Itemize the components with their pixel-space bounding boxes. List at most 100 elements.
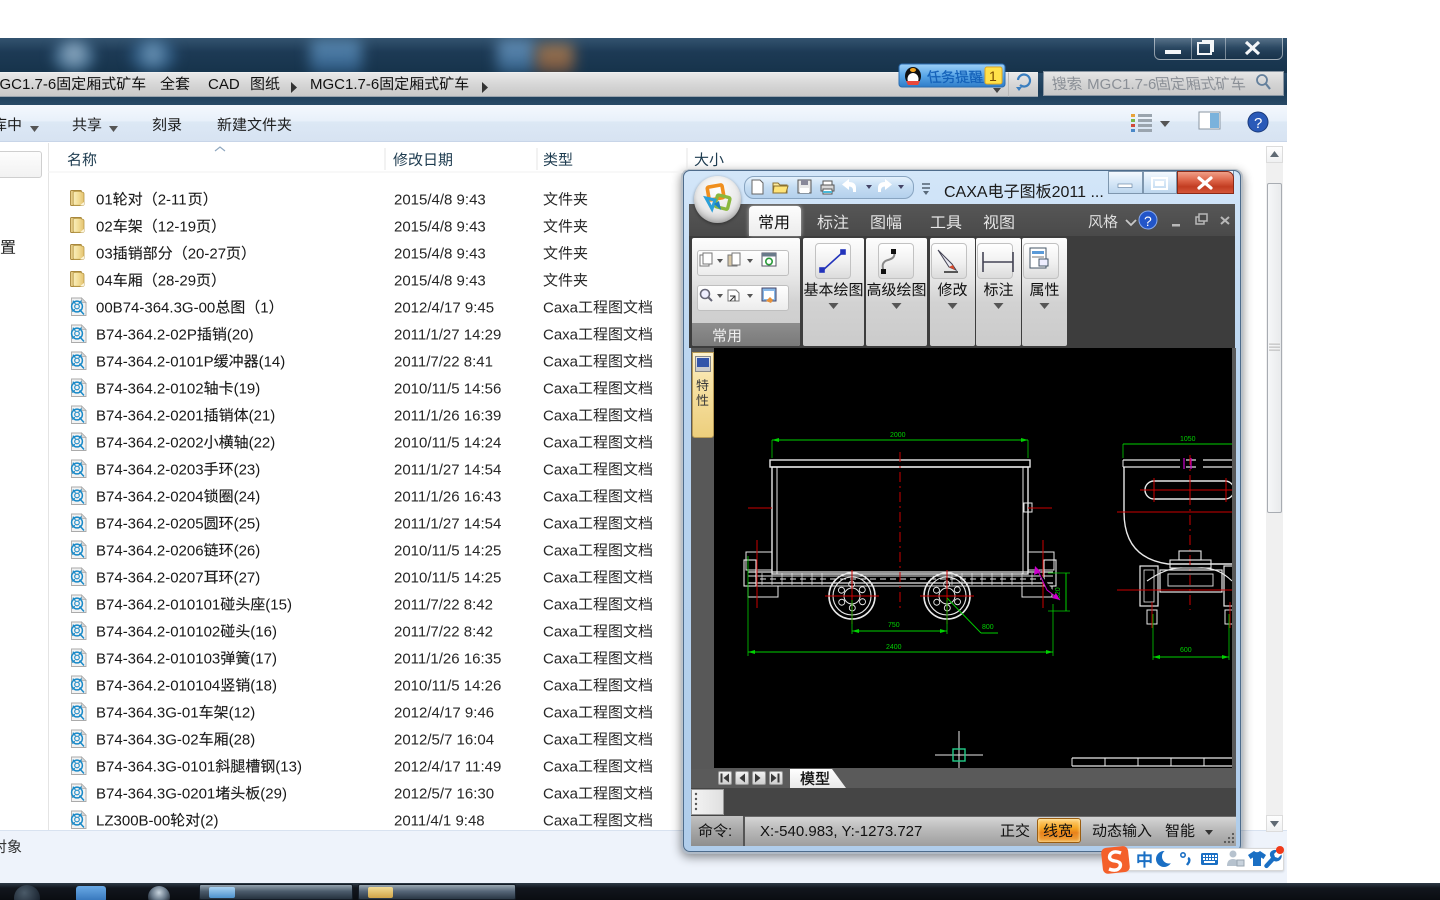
svg-text:B74-364.2-0201: B74-364.2-0201 [96, 408, 204, 425]
svg-text:B74-364.2-0102: B74-364.2-0102 [96, 381, 204, 398]
svg-text:Caxa: Caxa [543, 381, 579, 398]
svg-text:LZ300B-00: LZ300B-00 [96, 813, 170, 830]
svg-text:(28): (28) [229, 732, 256, 749]
svg-text:(25): (25) [234, 516, 261, 533]
svg-text:B74-364.2-0206: B74-364.2-0206 [96, 543, 204, 560]
svg-text:Caxa: Caxa [543, 678, 579, 695]
svg-text:12-19: 12-19 [158, 219, 196, 236]
svg-text:Caxa: Caxa [543, 543, 579, 560]
svg-text:1: 1 [260, 300, 268, 317]
svg-text:(27): (27) [234, 570, 261, 587]
svg-text:Caxa: Caxa [543, 624, 579, 641]
svg-text:MGC1.7-6: MGC1.7-6 [0, 76, 56, 93]
svg-text:2400: 2400 [886, 644, 902, 651]
svg-text:(15): (15) [265, 597, 292, 614]
svg-text:2011/1/26 16:43: 2011/1/26 16:43 [394, 489, 501, 506]
svg-text:Caxa: Caxa [543, 489, 579, 506]
svg-text:28-29: 28-29 [158, 273, 196, 290]
svg-text:2-11: 2-11 [158, 192, 187, 209]
svg-text:2011/7/22 8:42: 2011/7/22 8:42 [394, 597, 493, 614]
svg-text:2000: 2000 [890, 432, 906, 439]
svg-text:Caxa: Caxa [543, 327, 579, 344]
svg-text:B74-364.3G-0101: B74-364.3G-0101 [96, 759, 215, 776]
svg-text:Caxa: Caxa [543, 813, 579, 830]
svg-text:(23): (23) [234, 462, 261, 479]
svg-text:2012/5/7 16:04: 2012/5/7 16:04 [394, 732, 494, 749]
svg-text:Caxa: Caxa [543, 759, 579, 776]
svg-text:B74-364.3G-01: B74-364.3G-01 [96, 705, 199, 722]
svg-text:B74-364.2-0205: B74-364.2-0205 [96, 516, 204, 533]
svg-text:(19): (19) [234, 381, 261, 398]
svg-text:B74-364.3G-02: B74-364.3G-02 [96, 732, 199, 749]
svg-text:04: 04 [96, 273, 113, 290]
svg-text:750: 750 [888, 622, 900, 629]
svg-text:Caxa: Caxa [543, 705, 579, 722]
svg-text:2011/1/27 14:54: 2011/1/27 14:54 [394, 462, 501, 479]
svg-text:CAXA: CAXA [944, 184, 988, 201]
svg-text:Caxa: Caxa [543, 570, 579, 587]
svg-text:(2): (2) [200, 813, 218, 830]
svg-text:B74-364.2-0101P: B74-364.2-0101P [96, 354, 214, 371]
svg-text:Caxa: Caxa [543, 300, 579, 317]
svg-text:2012/4/17 9:45: 2012/4/17 9:45 [394, 300, 494, 317]
svg-text:MGC1.7-6: MGC1.7-6 [310, 76, 379, 93]
svg-text:2011/1/26 16:35: 2011/1/26 16:35 [394, 651, 501, 668]
svg-text:2015/4/8 9:43: 2015/4/8 9:43 [394, 273, 486, 290]
svg-text:B74-364.2-02P: B74-364.2-02P [96, 327, 197, 344]
svg-text:(22): (22) [249, 435, 276, 452]
svg-text:(26): (26) [234, 543, 261, 560]
svg-text:2010/11/5 14:26: 2010/11/5 14:26 [394, 678, 501, 695]
svg-text:2011/1/26 16:39: 2011/1/26 16:39 [394, 408, 501, 425]
svg-text:?: ? [1144, 213, 1152, 229]
svg-text:1: 1 [989, 68, 997, 84]
svg-text:X:-540.983, Y:-1273.727: X:-540.983, Y:-1273.727 [760, 823, 922, 840]
svg-text:2011/7/22 8:41: 2011/7/22 8:41 [394, 354, 493, 371]
svg-text:2010/11/5 14:25: 2010/11/5 14:25 [394, 570, 501, 587]
svg-text:2011/7/22 8:42: 2011/7/22 8:42 [394, 624, 493, 641]
svg-text:(29): (29) [260, 786, 287, 803]
svg-text:2010/11/5 14:24: 2010/11/5 14:24 [394, 435, 501, 452]
svg-text:Caxa: Caxa [543, 597, 579, 614]
svg-text:2012/5/7 16:30: 2012/5/7 16:30 [394, 786, 494, 803]
svg-text:2011 ...: 2011 ... [1052, 184, 1104, 201]
svg-text:(18): (18) [250, 678, 277, 695]
svg-text:(17): (17) [250, 651, 277, 668]
svg-text:02: 02 [96, 219, 113, 236]
svg-text:2015/4/8 9:43: 2015/4/8 9:43 [394, 246, 486, 263]
svg-text:B74-364.2-010102: B74-364.2-010102 [96, 624, 220, 641]
svg-text:2012/4/17 11:49: 2012/4/17 11:49 [394, 759, 501, 776]
svg-text:03: 03 [96, 246, 113, 263]
svg-text:B74-364.2-010103: B74-364.2-010103 [96, 651, 220, 668]
svg-text:MGC1.7-6: MGC1.7-6 [1083, 76, 1156, 93]
svg-text:20-27: 20-27 [188, 246, 226, 263]
svg-text:600: 600 [1180, 647, 1192, 654]
svg-text:2011/4/1 9:48: 2011/4/1 9:48 [394, 813, 485, 830]
svg-text:B74-364.2-0204: B74-364.2-0204 [96, 489, 204, 506]
svg-text:Caxa: Caxa [543, 354, 579, 371]
svg-text:(21): (21) [249, 408, 276, 425]
svg-text:B74-364.2-010104: B74-364.2-010104 [96, 678, 220, 695]
svg-text:(12): (12) [229, 705, 256, 722]
svg-text:?: ? [1254, 115, 1262, 132]
svg-text:2011/1/27 14:29: 2011/1/27 14:29 [394, 327, 501, 344]
svg-text::: : [728, 823, 732, 840]
svg-text:(13): (13) [275, 759, 302, 776]
svg-text:B74-364.2-010101: B74-364.2-010101 [96, 597, 220, 614]
svg-text:1050: 1050 [1180, 436, 1196, 443]
svg-text:B74-364.2-0203: B74-364.2-0203 [96, 462, 204, 479]
svg-text:CAD: CAD [208, 76, 240, 93]
svg-text:(14): (14) [259, 354, 286, 371]
svg-text:Caxa: Caxa [543, 732, 579, 749]
svg-text:B74-364.2-0207: B74-364.2-0207 [96, 570, 204, 587]
svg-text:B74-364.2-0202: B74-364.2-0202 [96, 435, 204, 452]
svg-text:(16): (16) [250, 624, 277, 641]
svg-text:(24): (24) [234, 489, 261, 506]
svg-text:2012/4/17 9:46: 2012/4/17 9:46 [394, 705, 494, 722]
svg-text:Caxa: Caxa [543, 651, 579, 668]
svg-text:Caxa: Caxa [543, 435, 579, 452]
svg-text:Caxa: Caxa [543, 408, 579, 425]
svg-text:Caxa: Caxa [543, 786, 579, 803]
svg-text:00B74-364.3G-00: 00B74-364.3G-00 [96, 300, 215, 317]
svg-text:2010/11/5 14:56: 2010/11/5 14:56 [394, 381, 501, 398]
svg-text:B74-364.3G-0201: B74-364.3G-0201 [96, 786, 215, 803]
